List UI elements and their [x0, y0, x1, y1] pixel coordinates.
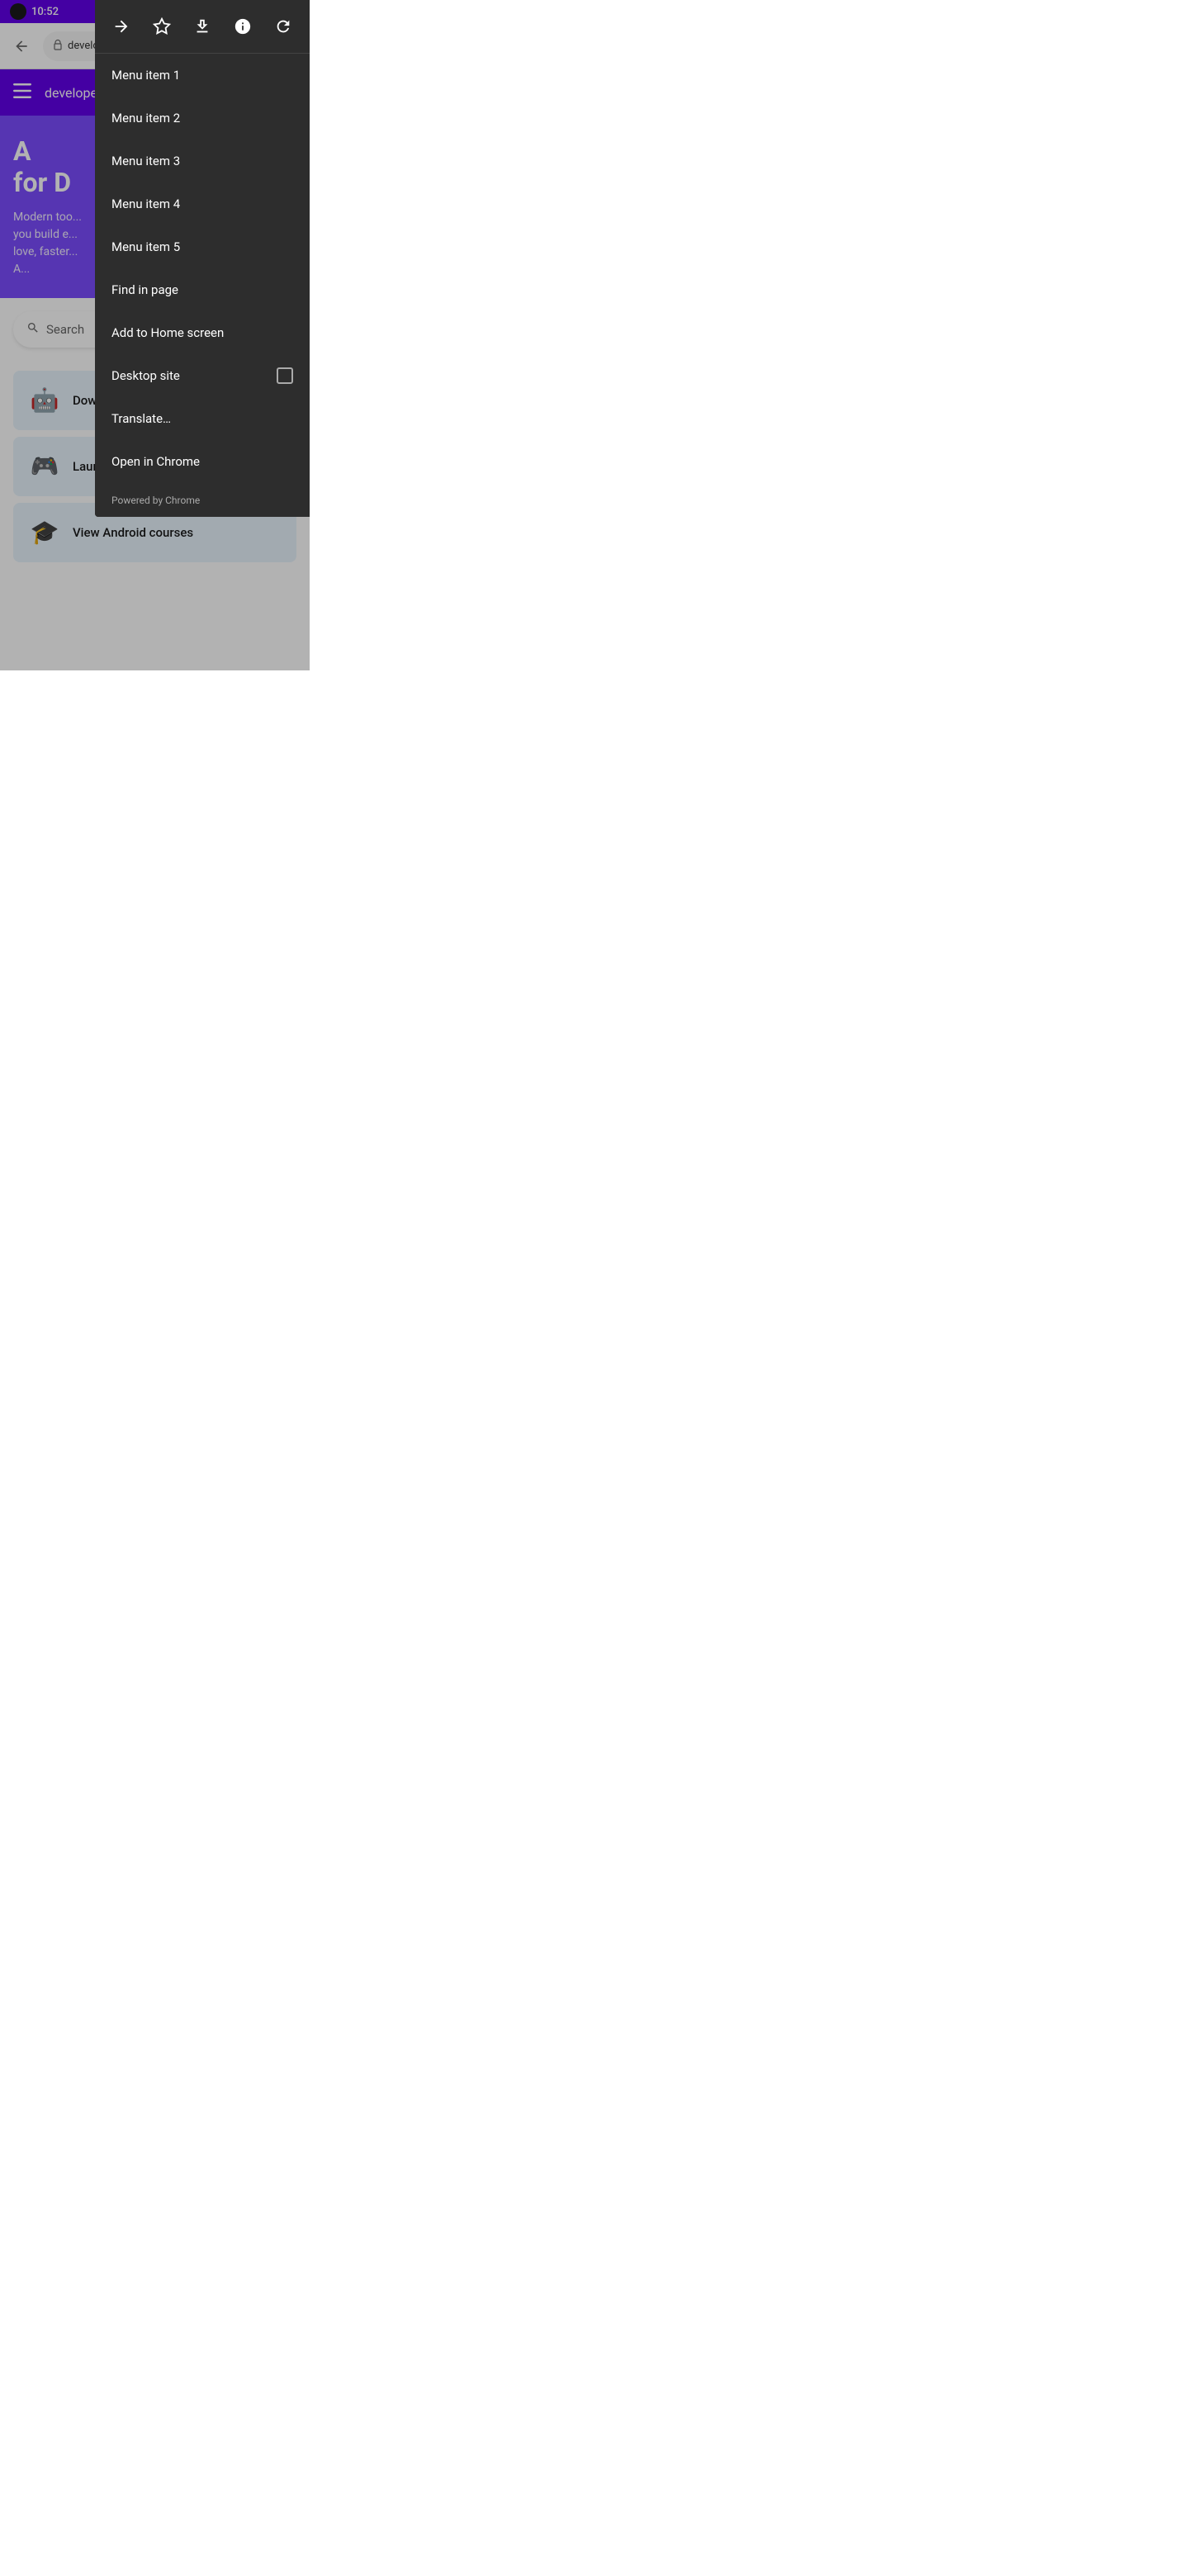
menu-items-container: Menu item 1 Menu item 2 Menu item 3 Menu it…	[95, 54, 310, 483]
powered-by-text: Powered by Chrome	[111, 495, 200, 506]
menu-item-2[interactable]: Menu item 2	[95, 97, 310, 140]
desktop-site[interactable]: Desktop site	[95, 354, 310, 397]
open-in-chrome-label: Open in Chrome	[111, 454, 200, 469]
download-button[interactable]	[186, 10, 219, 43]
menu-toolbar	[95, 0, 310, 54]
open-in-chrome[interactable]: Open in Chrome	[95, 440, 310, 483]
menu-item-1[interactable]: Menu item 1	[95, 54, 310, 97]
bookmark-button[interactable]	[145, 10, 178, 43]
menu-footer: Powered by Chrome	[95, 483, 310, 517]
menu-item-1-label: Menu item 1	[111, 68, 180, 83]
translate[interactable]: Translate…	[95, 397, 310, 440]
menu-item-3-label: Menu item 3	[111, 154, 180, 168]
find-in-page[interactable]: Find in page	[95, 268, 310, 311]
menu-item-4-label: Menu item 4	[111, 197, 180, 211]
desktop-site-checkbox[interactable]	[277, 367, 293, 384]
dropdown-menu: Menu item 1 Menu item 2 Menu item 3 Menu it…	[95, 0, 310, 517]
find-in-page-label: Find in page	[111, 282, 178, 297]
add-to-home[interactable]: Add to Home screen	[95, 311, 310, 354]
refresh-button[interactable]	[267, 10, 300, 43]
translate-label: Translate…	[111, 411, 171, 426]
menu-item-5[interactable]: Menu item 5	[95, 225, 310, 268]
info-button[interactable]	[226, 10, 259, 43]
add-to-home-label: Add to Home screen	[111, 325, 224, 340]
menu-item-2-label: Menu item 2	[111, 111, 180, 125]
menu-item-3[interactable]: Menu item 3	[95, 140, 310, 182]
forward-button[interactable]	[105, 10, 138, 43]
menu-item-4[interactable]: Menu item 4	[95, 182, 310, 225]
desktop-site-label: Desktop site	[111, 368, 180, 383]
menu-item-5-label: Menu item 5	[111, 239, 180, 254]
